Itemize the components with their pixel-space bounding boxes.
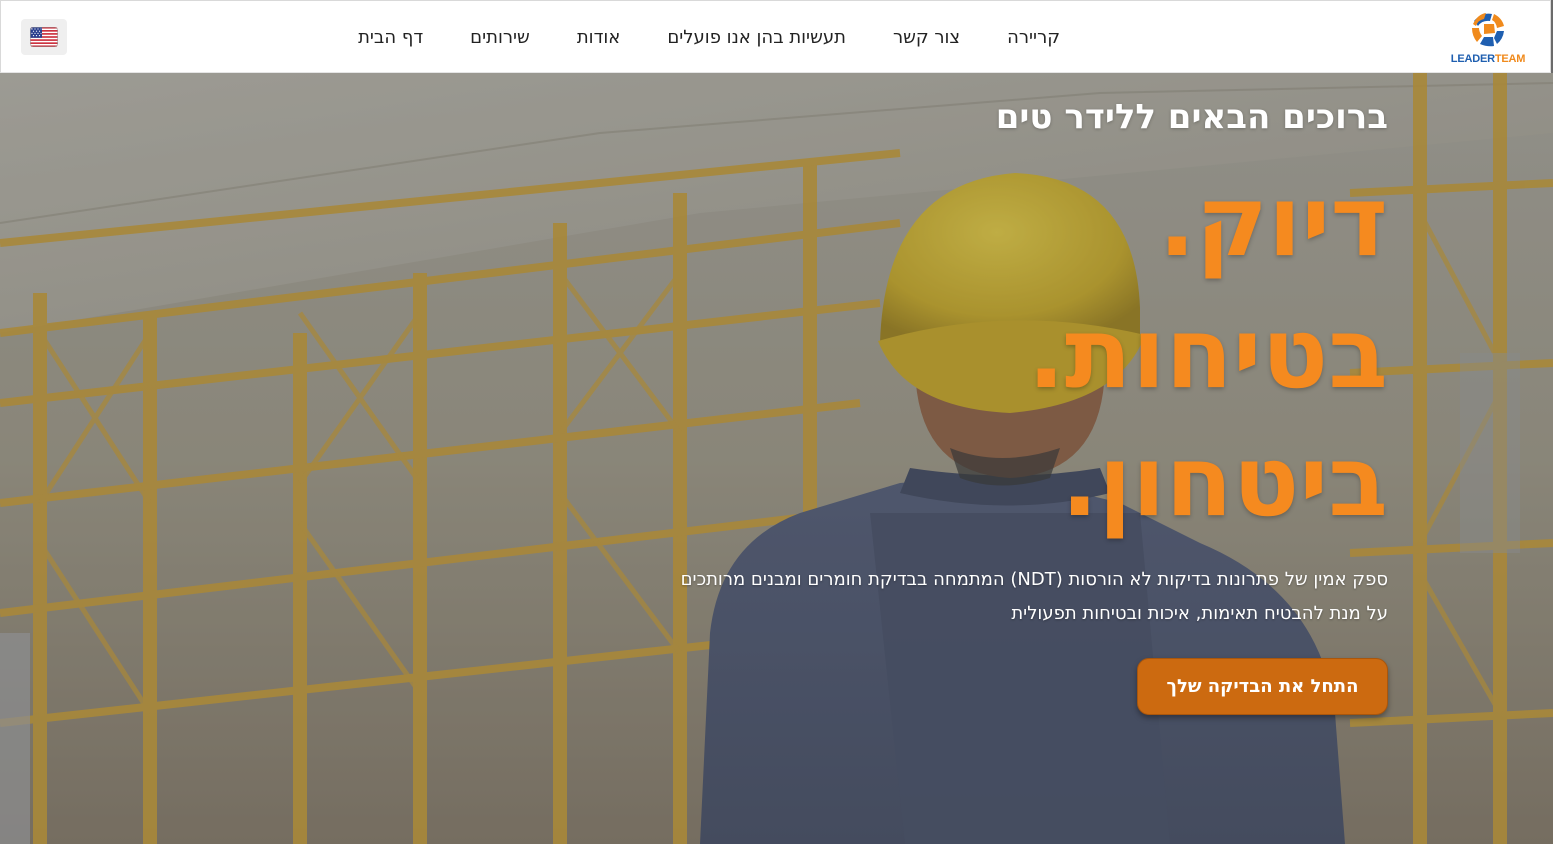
headline-line-1: דיוק.	[1158, 165, 1389, 279]
start-inspection-button[interactable]: התחל את הבדיקה שלך	[1137, 658, 1388, 715]
language-switch-button[interactable]	[21, 19, 67, 55]
nav-about[interactable]: אודות	[577, 27, 621, 48]
description-line-2: על מנת להבטיח תאימות, איכות ובטיחות תפעו…	[1011, 603, 1388, 624]
nav-contact[interactable]: צור קשר	[893, 27, 960, 48]
welcome-heading: ברוכים הבאים ללידר טים	[995, 97, 1388, 137]
nav-industries[interactable]: תעשיות בהן אנו פועלים	[667, 27, 846, 48]
description-line-1: ספק אמין של פתרונות בדיקות לא הורסות (ND…	[680, 569, 1388, 590]
logo[interactable]: LEADERTEAM	[1446, 11, 1530, 65]
site-header: דף הבית שירותים אודות תעשיות בהן אנו פוע…	[0, 0, 1551, 73]
us-flag-icon	[30, 27, 58, 47]
nav-careers[interactable]: קריירה	[1007, 27, 1060, 48]
hero-description: ספק אמין של פתרונות בדיקות לא הורסות (ND…	[568, 563, 1388, 631]
globe-logo-icon	[1471, 13, 1505, 47]
nav-services[interactable]: שירותים	[470, 27, 530, 48]
headline-line-3: ביטחון.	[1060, 425, 1388, 539]
main-nav: דף הבית שירותים אודות תעשיות בהן אנו פוע…	[358, 1, 1060, 73]
hero-section: ברוכים הבאים ללידר טים דיוק. בטיחות. ביט…	[0, 73, 1553, 844]
nav-home[interactable]: דף הבית	[358, 27, 423, 48]
headline-line-2: בטיחות.	[1027, 297, 1388, 411]
logo-wordmark: LEADERTEAM	[1450, 53, 1526, 65]
